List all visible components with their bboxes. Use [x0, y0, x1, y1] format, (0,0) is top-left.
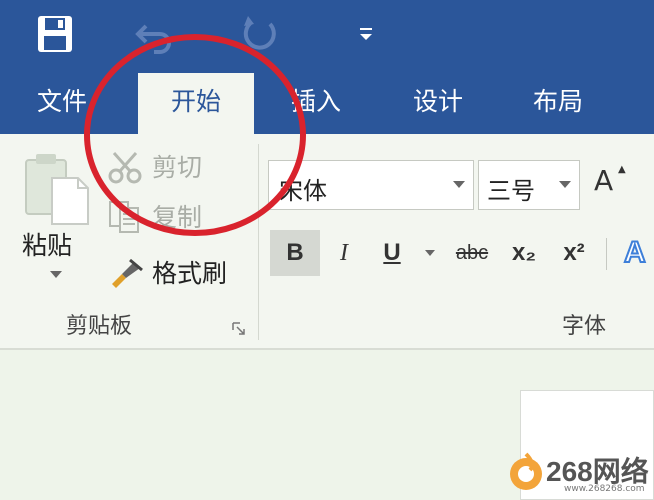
tab-insert[interactable]: 插入 [268, 73, 364, 134]
redo-icon[interactable] [240, 14, 280, 54]
format-painter-icon [112, 258, 143, 288]
copy-icon [109, 201, 139, 233]
grow-font-icon: A [594, 164, 614, 197]
font-name-value: 宋体 [279, 177, 327, 205]
font-size-combobox[interactable]: 三号 [478, 160, 580, 210]
font-group-label: 字体 [562, 314, 607, 339]
chevron-down-icon[interactable] [453, 181, 465, 189]
undo-icon[interactable] [134, 14, 174, 54]
text-effects-button[interactable]: A [623, 230, 654, 276]
watermark-url: www.268268.com [564, 484, 645, 494]
tab-file[interactable]: 文件 [14, 73, 110, 134]
tab-layout[interactable]: 布局 [510, 73, 606, 134]
group-divider [258, 144, 259, 340]
underline-button[interactable]: U [374, 230, 410, 276]
format-painter-label: 格式刷 [152, 259, 228, 288]
paste-icon[interactable] [22, 152, 92, 226]
ribbon-home: 粘贴 剪切 复制 格式刷 剪贴板 宋体 三号 A ▲ B I U abc x₂ … [0, 134, 654, 350]
tab-design[interactable]: 设计 [390, 73, 486, 134]
chevron-down-icon[interactable] [559, 181, 571, 189]
ribbon-tabs: 文件 开始 插入 设计 布局 [0, 73, 654, 134]
cut-label: 剪切 [152, 153, 203, 182]
subscript-button[interactable]: x₂ [504, 230, 544, 276]
copy-button[interactable]: 复制 [108, 196, 228, 236]
customize-qat-icon[interactable] [356, 24, 376, 44]
site-watermark: 268网络 www.268268.com [508, 446, 654, 500]
clipboard-group-label: 剪贴板 [66, 314, 133, 339]
tab-overflow[interactable] [640, 73, 654, 134]
scissors-icon [108, 152, 142, 184]
watermark-logo-icon [510, 452, 542, 490]
bold-button[interactable]: B [270, 230, 320, 276]
copy-label: 复制 [152, 203, 203, 232]
grow-font-button[interactable]: A ▲ [594, 164, 634, 204]
paste-button[interactable]: 粘贴 [22, 226, 72, 262]
tab-home[interactable]: 开始 [138, 73, 254, 134]
underline-dropdown-icon[interactable] [420, 230, 440, 276]
caret-up-icon: ▲ [618, 164, 626, 175]
font-name-combobox[interactable]: 宋体 [268, 160, 474, 210]
toolbar-divider [606, 238, 607, 270]
font-size-value: 三号 [487, 177, 535, 205]
clipboard-dialog-launcher-icon[interactable] [232, 322, 246, 336]
paste-dropdown-icon[interactable] [48, 268, 64, 280]
superscript-button[interactable]: x² [554, 230, 594, 276]
cut-button[interactable]: 剪切 [108, 146, 228, 186]
save-icon[interactable] [36, 14, 74, 54]
format-painter-button[interactable]: 格式刷 [108, 252, 248, 292]
quick-access-toolbar [0, 0, 654, 73]
strikethrough-button[interactable]: abc [448, 230, 496, 276]
italic-button[interactable]: I [324, 230, 364, 276]
